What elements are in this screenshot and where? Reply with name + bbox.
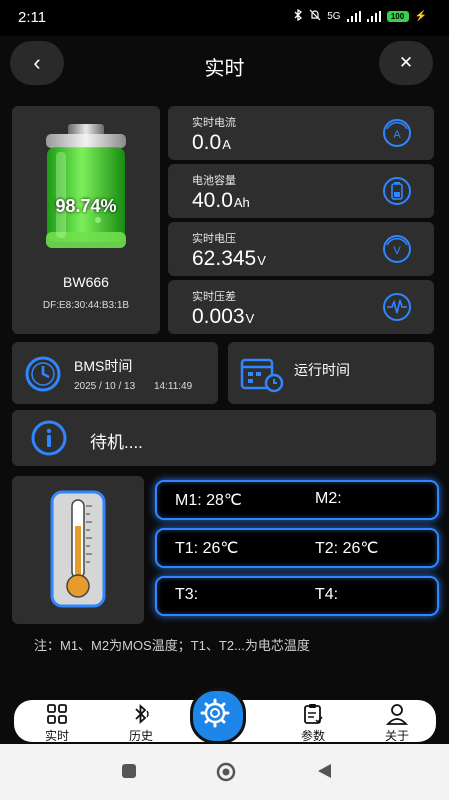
bms-time-card: BMS时间 2025 / 10 / 13 14:11:49 [12, 342, 218, 404]
metric-label: 实时电流 [192, 117, 236, 129]
metric-voltage-diff: 实时压差 0.003V [168, 280, 434, 334]
bms-time: 14:11:49 [154, 381, 193, 392]
bluetooth-status-icon [293, 8, 303, 24]
calendar-clock-icon [240, 358, 284, 393]
cell-temp-box-2: T3: T4: [155, 576, 439, 616]
app-screen: ‹ 实时 ✕ 98.74% BW666 DF:E8:30:44:B3:1B 实时… [0, 36, 449, 744]
tab-label: 参数 [300, 729, 325, 743]
t4-temp: T4: [315, 586, 339, 603]
close-icon: ✕ [398, 53, 414, 72]
tab-cells-active-icon[interactable] [190, 688, 246, 744]
network-type-label: 5G [327, 11, 341, 22]
clock: 2:11 [18, 9, 47, 26]
system-status-bar: 2:11 5G 100 ⚡ [0, 0, 449, 36]
metric-capacity: 电池容量 40.0Ah [168, 164, 434, 218]
current-icon: A [383, 119, 411, 147]
metric-value: 0.003V [192, 305, 255, 328]
battery-card: 98.74% BW666 DF:E8:30:44:B3:1B [12, 106, 160, 334]
close-button[interactable]: ✕ [379, 41, 433, 85]
status-text: 待机.... [90, 433, 143, 452]
signal-icon [366, 11, 381, 22]
t2-temp: T2: 26℃ [315, 540, 379, 557]
svg-text:A: A [393, 129, 401, 141]
home-button[interactable] [216, 762, 236, 787]
tab-about[interactable]: 关于 [362, 700, 432, 743]
runtime-card: 运行时间 [228, 342, 434, 404]
metric-value: 62.345V [192, 247, 266, 270]
bms-time-label: BMS时间 [74, 358, 133, 374]
cell-temp-box-1: T1: 26℃ T2: 26℃ [155, 528, 439, 568]
info-icon [31, 420, 67, 456]
metric-voltage: 实时电压 62.345V V [168, 222, 434, 276]
device-name: BW666 [63, 274, 109, 290]
t3-temp: T3: [175, 586, 199, 603]
battery-level-icon [46, 124, 126, 248]
home-circle-icon [216, 762, 236, 782]
thermometer-icon [50, 490, 106, 608]
metric-value: 40.0Ah [192, 189, 250, 212]
battery-percent: 98.74% [55, 196, 117, 216]
metric-value: 0.0A [192, 131, 231, 154]
metric-label: 电池容量 [192, 175, 236, 187]
runtime-label: 运行时间 [294, 362, 350, 378]
bms-date: 2025 / 10 / 13 [74, 381, 136, 392]
metric-current: 实时电流 0.0A A [168, 106, 434, 160]
battery-capacity-icon [383, 177, 411, 205]
metric-label: 实时压差 [192, 291, 236, 303]
mos-temp-box: M1: 28℃ M2: [155, 480, 439, 520]
status-icons: 5G 100 ⚡ [293, 8, 427, 24]
t1-temp: T1: 26℃ [175, 540, 239, 557]
bluetooth-icon [135, 703, 149, 725]
metric-label: 实时电压 [192, 233, 236, 245]
temperature-note: 注：M1、M2为MOS温度；T1、T2...为电芯温度 [34, 638, 310, 653]
voltage-diff-icon [383, 293, 411, 321]
voltage-icon: V [383, 235, 411, 263]
tab-label: 关于 [384, 729, 409, 743]
user-icon [385, 704, 409, 725]
signal-icon [346, 11, 361, 22]
svg-text:V: V [393, 245, 401, 257]
tab-history[interactable]: 历史 [106, 700, 176, 743]
status-card: 待机.... [12, 410, 436, 466]
triangle-back-icon [318, 764, 331, 778]
thermometer-card [12, 476, 144, 624]
tab-realtime[interactable]: 实时 [22, 700, 92, 743]
back-nav-button[interactable] [316, 762, 334, 785]
grid-icon [47, 704, 67, 724]
device-mac: DF:E8:30:44:B3:1B [42, 300, 130, 311]
m1-temp: M1: 28℃ [175, 492, 242, 509]
clipboard-icon [304, 704, 323, 724]
header: ‹ 实时 ✕ [0, 36, 449, 100]
mute-icon [309, 9, 321, 24]
gear-icon [200, 698, 230, 728]
clock-icon [25, 356, 61, 392]
recents-button[interactable] [120, 762, 138, 785]
m2-temp: M2: [315, 490, 342, 507]
tab-label: 历史 [128, 729, 153, 743]
square-icon [122, 764, 136, 778]
system-nav-bar [0, 744, 449, 800]
charging-icon: ⚡ [414, 11, 427, 22]
tab-params[interactable]: 参数 [278, 700, 348, 743]
battery-status-icon: 100 [386, 11, 409, 22]
tab-label: 实时 [44, 729, 69, 743]
